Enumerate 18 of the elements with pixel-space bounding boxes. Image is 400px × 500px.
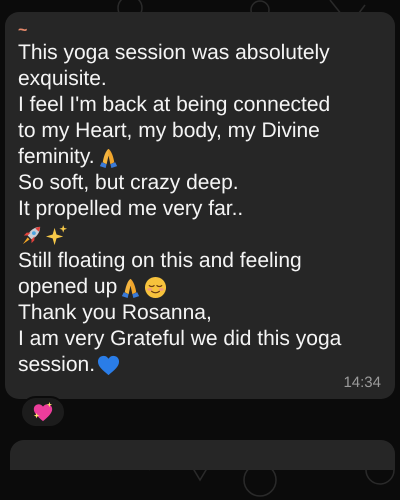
message-text: It propelled me very far.. — [18, 196, 244, 222]
sender-name: ~ — [18, 22, 28, 40]
heart-icon — [97, 354, 120, 376]
message-text: to my Heart, my body, my Divine — [18, 118, 320, 144]
sparkling-heart-icon — [32, 401, 54, 423]
message-text: I feel I'm back at being connected — [18, 92, 330, 118]
smiling-face-icon — [144, 276, 168, 298]
message-text: feminity. — [18, 144, 95, 170]
message-text: exquisite. — [18, 66, 107, 92]
message-text: Still floating on this and feeling — [18, 248, 302, 274]
message-text: This yoga session was absolutely — [18, 40, 330, 66]
sparkles-icon — [45, 224, 68, 246]
message-text: Thank you Rosanna, — [18, 300, 212, 326]
message-text: opened up — [18, 274, 118, 300]
message-text: session. — [18, 352, 96, 378]
message-text: I am very Grateful we did this yoga — [18, 326, 342, 352]
message-time: 14:34 — [343, 374, 381, 391]
message-text: So soft, but crazy deep. — [18, 170, 239, 196]
